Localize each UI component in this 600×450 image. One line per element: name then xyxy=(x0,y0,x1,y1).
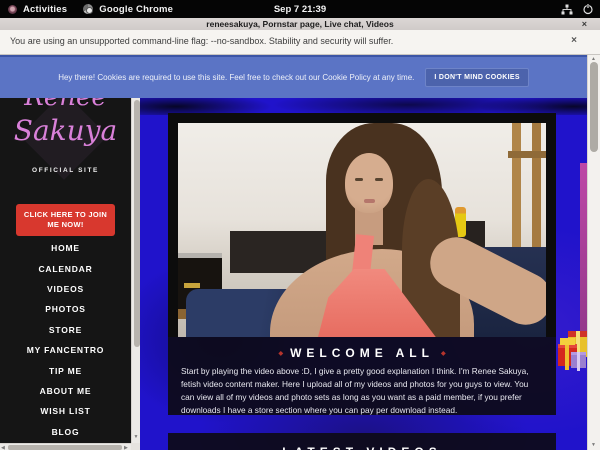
intro-video-player[interactable] xyxy=(168,113,556,337)
sidebar-horizontal-scrollbar[interactable]: ◀ ▶ xyxy=(0,443,131,450)
sidebar-item-fancentro[interactable]: MY FANCENTRO xyxy=(0,340,131,360)
sidebar-item-blog[interactable]: BLOG xyxy=(0,422,131,442)
background-pink-strip xyxy=(580,163,587,343)
video-person-lips xyxy=(364,199,375,203)
screen: Activities Google Chrome Sep 7 21:39 ren… xyxy=(0,0,600,450)
chrome-infobar: You are using an unsupported command-lin… xyxy=(0,30,600,55)
sidebar-hscroll-thumb[interactable] xyxy=(8,445,122,450)
join-button[interactable]: CLICK HERE TO JOIN ME NOW! xyxy=(16,204,115,236)
welcome-title: WELCOME ALL xyxy=(290,346,434,360)
gift-bow-icon xyxy=(560,338,575,345)
desktop-top-bar: Activities Google Chrome Sep 7 21:39 xyxy=(0,0,600,18)
official-site-label: OFFICIAL SITE xyxy=(0,167,131,174)
sidebar-item-videos[interactable]: VIDEOS xyxy=(0,279,131,299)
welcome-panel: ◆WELCOME ALL◆ Start by playing the video… xyxy=(168,337,556,415)
infobar-close-icon[interactable]: × xyxy=(571,35,577,46)
sidebar-item-photos[interactable]: PHOTOS xyxy=(0,299,131,319)
gifts-widget[interactable] xyxy=(555,329,591,373)
video-wood-frame xyxy=(508,151,546,158)
logo-line2: Sakuya xyxy=(0,113,131,149)
video-person-eye xyxy=(375,178,383,181)
sidebar-vscroll-thumb[interactable] xyxy=(134,100,140,347)
latest-videos-title: LATEST VIDEOS xyxy=(282,445,441,450)
window-title: reneesakuya, Pornstar page, Live chat, V… xyxy=(0,19,600,29)
browser-scroll-thumb[interactable] xyxy=(590,62,598,152)
cookie-banner: Hey there! Cookies are required to use t… xyxy=(0,55,587,98)
sidebar-item-tipme[interactable]: TIP ME xyxy=(0,360,131,380)
sidebar-vertical-scrollbar[interactable]: ▼ xyxy=(131,55,140,443)
cookie-accept-button[interactable]: I DON'T MIND COOKIES xyxy=(425,68,528,87)
gift-box-icon xyxy=(571,352,586,368)
sidebar-item-wishlist[interactable]: WISH LIST xyxy=(0,401,131,421)
scrollbar-corner xyxy=(131,443,140,450)
video-person-eye xyxy=(355,178,363,181)
video-printer-label xyxy=(184,283,200,288)
scroll-down-icon[interactable]: ▼ xyxy=(134,434,139,440)
video-still xyxy=(178,123,546,337)
browser-scrollbar[interactable]: ▲ ▼ xyxy=(587,55,600,450)
sidebar-item-aboutme[interactable]: ABOUT ME xyxy=(0,381,131,401)
sidebar-item-home[interactable]: HOME xyxy=(0,238,131,258)
latest-videos-panel: LATEST VIDEOS xyxy=(168,433,556,450)
sidebar-item-store[interactable]: STORE xyxy=(0,320,131,340)
welcome-text: Start by playing the video above :D, I g… xyxy=(181,365,543,416)
sidebar-item-calendar[interactable]: CALENDAR xyxy=(0,258,131,278)
video-person-face xyxy=(345,153,393,213)
scroll-down-icon[interactable]: ▼ xyxy=(591,442,596,448)
sidebar: Renee Sakuya OFFICIAL SITE CLICK HERE TO… xyxy=(0,55,131,450)
network-icon[interactable] xyxy=(561,4,573,15)
scroll-left-icon[interactable]: ◀ xyxy=(1,445,5,450)
page-viewport: Renee Sakuya OFFICIAL SITE CLICK HERE TO… xyxy=(0,55,600,450)
sidebar-menu: HOME CALENDAR VIDEOS PHOTOS STORE MY FAN… xyxy=(0,238,131,442)
infobar-message: You are using an unsupported command-lin… xyxy=(10,36,393,46)
cookie-message: Hey there! Cookies are required to use t… xyxy=(58,73,414,82)
clock[interactable]: Sep 7 21:39 xyxy=(0,0,600,18)
window-titlebar: reneesakuya, Pornstar page, Live chat, V… xyxy=(0,18,600,30)
window-close-icon[interactable]: × xyxy=(582,19,587,30)
main-content: ◆WELCOME ALL◆ Start by playing the video… xyxy=(140,55,587,450)
diamond-icon: ◆ xyxy=(271,351,290,357)
diamond-icon: ◆ xyxy=(434,351,453,357)
scroll-right-icon[interactable]: ▶ xyxy=(124,445,128,450)
power-icon[interactable] xyxy=(582,3,594,15)
